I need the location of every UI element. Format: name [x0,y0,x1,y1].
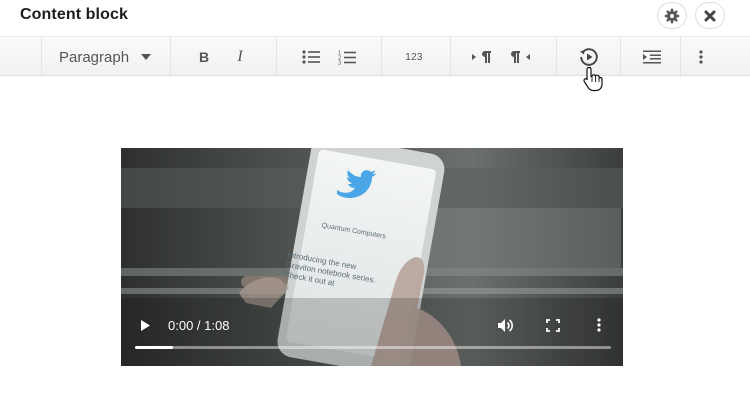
video-progress-bar[interactable] [135,346,611,349]
close-button[interactable] [695,2,725,29]
video-progress-fill [135,346,174,349]
embedded-video[interactable]: Quantum Computers Introducing the new Gr… [121,148,623,366]
dialog-header: Content block [0,0,750,36]
toolbar-separator [620,37,621,77]
more-vertical-icon[interactable] [597,318,601,332]
more-options-button[interactable] [688,37,714,77]
toolbar-separator [680,37,681,77]
volume-icon[interactable] [497,318,515,333]
rtl-paragraph-button[interactable] [506,37,536,77]
italic-button[interactable]: I [226,37,254,77]
rtl-paragraph-icon [511,51,530,63]
dialog-title: Content block [20,6,128,23]
more-vertical-icon [699,50,703,64]
indent-button[interactable] [638,37,666,77]
settings-button[interactable] [657,2,687,29]
paragraph-format-dropdown[interactable]: Paragraph [42,37,170,77]
play-icon[interactable] [139,319,151,332]
caret-down-icon [141,54,152,60]
italic-label: I [237,48,243,65]
bold-button[interactable]: B [190,37,218,77]
gear-icon [664,8,680,23]
editor-toolbar: Paragraph B I 123 123 [0,36,750,77]
video-time-display: 0:00 / 1:08 [168,318,230,333]
video-controls: 0:00 / 1:08 [121,148,623,366]
toolbar-separator [450,37,451,77]
close-icon [704,10,716,21]
bullet-list-button[interactable] [298,37,324,77]
numbering-format-button[interactable]: 123 [398,37,430,77]
svg-text:3: 3 [338,60,341,65]
fullscreen-icon[interactable] [546,319,560,332]
toolbar-separator [170,37,171,77]
ltr-paragraph-button[interactable] [466,37,496,77]
numbered-list-button[interactable]: 123 [334,37,360,77]
numbered-list-icon: 123 [338,50,356,65]
toolbar-separator [381,37,382,77]
toolbar-separator [556,37,557,77]
bold-label: B [198,49,210,65]
bullet-list-icon [302,50,320,64]
hand-pointer-icon [583,66,603,92]
toolbar-separator [276,37,277,77]
paragraph-format-label: Paragraph [59,48,130,66]
numbering-format-label: 123 [405,51,423,63]
ltr-paragraph-icon [472,51,491,63]
media-icon [580,48,598,66]
indent-icon [643,50,661,64]
